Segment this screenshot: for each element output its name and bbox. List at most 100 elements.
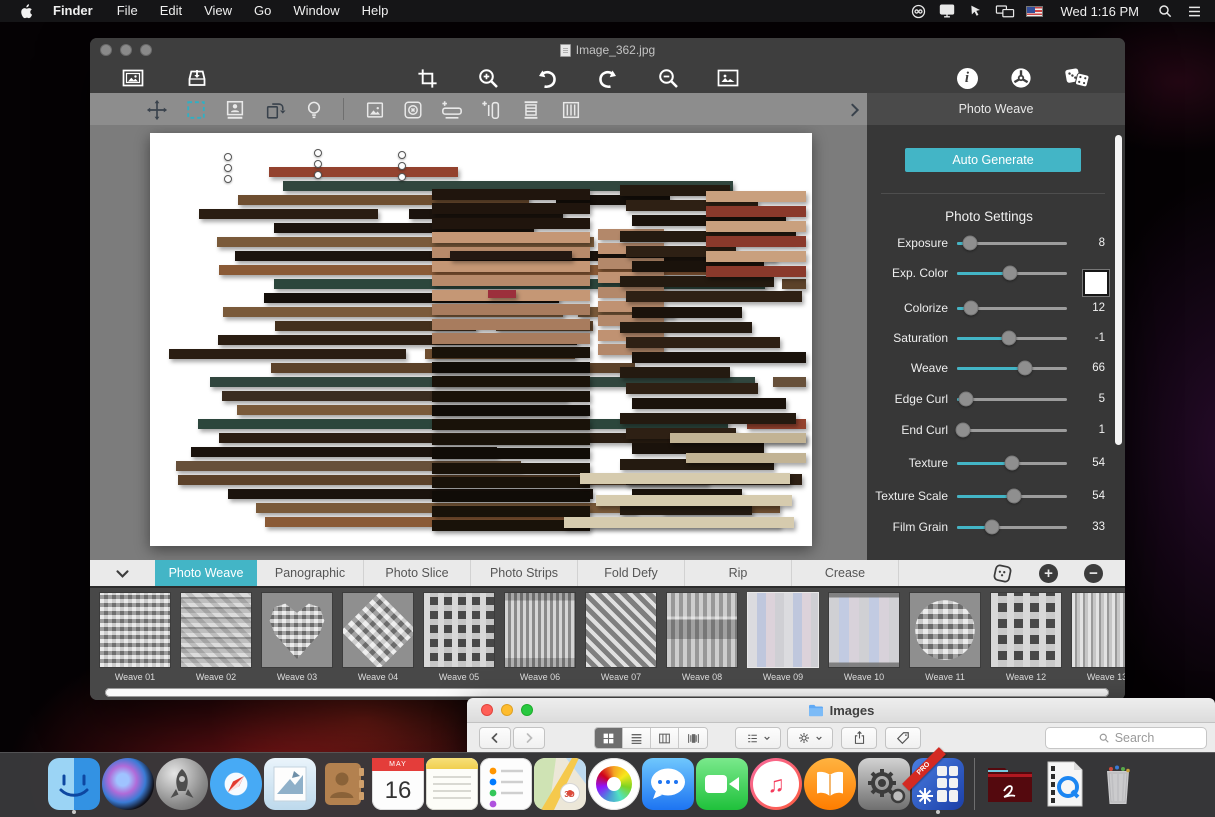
slider-track[interactable] [957, 272, 1067, 275]
strip-selection-handle[interactable] [314, 171, 322, 179]
dock-icon-calendar[interactable]: MAY16 [372, 758, 424, 810]
randomize-dice-button[interactable] [1064, 65, 1090, 91]
horizontal-strips-tool[interactable] [519, 98, 543, 122]
dock-icon-mail[interactable] [264, 758, 316, 810]
apple-menu-icon[interactable] [10, 3, 40, 20]
dock-icon-quicktime[interactable] [1038, 758, 1090, 810]
crop-button[interactable] [414, 65, 440, 91]
menu-item-go[interactable]: Go [243, 0, 282, 22]
auto-generate-button[interactable]: Auto Generate [905, 148, 1081, 172]
remove-layer-tool[interactable] [401, 98, 425, 122]
finder-title-bar[interactable]: Images [467, 698, 1215, 723]
dock-icon-siri[interactable] [102, 758, 154, 810]
strip-selection-handle[interactable] [314, 149, 322, 157]
pointer-device-icon[interactable] [965, 2, 987, 20]
notification-center-icon[interactable] [1183, 2, 1205, 20]
strip-selection-handle[interactable] [224, 175, 232, 183]
finder-zoom-button[interactable] [521, 704, 533, 716]
settings-gear-button[interactable] [1008, 65, 1034, 91]
menu-item-edit[interactable]: Edit [149, 0, 193, 22]
slider-track[interactable] [957, 367, 1067, 370]
icon-view-button[interactable] [595, 728, 623, 748]
thumbnail-scrollbar[interactable] [105, 688, 1109, 697]
dock-icon-ibooks[interactable] [804, 758, 856, 810]
thumbnail-weave-03[interactable]: Weave 03 [261, 592, 333, 682]
undo-button[interactable] [534, 65, 560, 91]
strip-selection-handle[interactable] [314, 160, 322, 168]
thumbnail-weave-01[interactable]: Weave 01 [99, 592, 171, 682]
finder-minimize-button[interactable] [501, 704, 513, 716]
dock-icon-facetime[interactable] [696, 758, 748, 810]
remove-preset-button[interactable]: − [1084, 564, 1103, 583]
dock-icon-contacts[interactable] [318, 758, 370, 810]
tab-photo-slice[interactable]: Photo Slice [364, 560, 471, 586]
redo-button[interactable] [595, 65, 621, 91]
strip-selection-handle[interactable] [398, 162, 406, 170]
thumbnail-weave-09[interactable]: Weave 09 [747, 592, 819, 682]
color-swatch[interactable] [1083, 270, 1109, 296]
zoom-in-button[interactable] [475, 65, 501, 91]
connected-displays-icon[interactable] [994, 2, 1016, 20]
strip-selection-handle[interactable] [398, 173, 406, 181]
slider-knob[interactable] [964, 301, 979, 316]
slider-knob[interactable] [1018, 361, 1033, 376]
slider-knob[interactable] [1007, 489, 1022, 504]
strip-selection-handle[interactable] [224, 153, 232, 161]
collapse-presets-chevron[interactable] [90, 560, 155, 586]
add-vertical-strip-tool[interactable] [479, 98, 503, 122]
image-canvas[interactable] [90, 125, 867, 560]
hint-bulb-tool[interactable] [302, 98, 326, 122]
slider-track[interactable] [957, 398, 1067, 401]
back-button[interactable] [479, 727, 511, 749]
strip-selection-handle[interactable] [398, 151, 406, 159]
column-view-button[interactable] [651, 728, 679, 748]
coverflow-view-button[interactable] [679, 728, 707, 748]
creative-cloud-icon[interactable] [907, 2, 929, 20]
app-title-bar[interactable]: Image_362.jpg [90, 38, 1125, 62]
spotlight-icon[interactable] [1154, 2, 1176, 20]
zoom-button[interactable] [140, 44, 152, 56]
dock-icon-itunes[interactable]: ♫ [750, 758, 802, 810]
tab-photo-strips[interactable]: Photo Strips [471, 560, 578, 586]
slider-track[interactable] [957, 462, 1067, 465]
dock-icon-notes[interactable] [426, 758, 478, 810]
menu-item-file[interactable]: File [106, 0, 149, 22]
forward-button[interactable] [513, 727, 545, 749]
panel-scrollbar[interactable] [1115, 135, 1122, 445]
save-button[interactable] [184, 65, 210, 91]
tags-button[interactable] [885, 727, 921, 749]
dock-icon-acrobat-folder[interactable] [984, 758, 1036, 810]
dock-icon-launchpad[interactable] [156, 758, 208, 810]
slider-knob[interactable] [955, 423, 970, 438]
dock-icon-finder[interactable] [48, 758, 100, 810]
slider-track[interactable] [957, 495, 1067, 498]
thumbnail-weave-12[interactable]: Weave 12 [990, 592, 1062, 682]
finder-close-button[interactable] [481, 704, 493, 716]
menu-clock[interactable]: Wed 1:16 PM [1052, 4, 1147, 19]
action-gear-button[interactable] [787, 727, 833, 749]
slider-track[interactable] [957, 337, 1067, 340]
thumbnail-weave-10[interactable]: Weave 10 [828, 592, 900, 682]
thumbnail-weave-07[interactable]: Weave 07 [585, 592, 657, 682]
tab-crease[interactable]: Crease [792, 560, 899, 586]
dock-icon-photo-app-pro[interactable]: PRO [912, 758, 964, 810]
menu-app-name[interactable]: Finder [40, 0, 106, 22]
dock-icon-messages[interactable] [642, 758, 694, 810]
menu-item-window[interactable]: Window [282, 0, 350, 22]
search-field[interactable]: Search [1045, 727, 1207, 749]
fit-image-button[interactable] [715, 65, 741, 91]
slider-knob[interactable] [958, 392, 973, 407]
thumbnail-weave-04[interactable]: Weave 04 [342, 592, 414, 682]
menu-item-view[interactable]: View [193, 0, 243, 22]
slider-knob[interactable] [985, 520, 1000, 535]
dock-icon-safari[interactable] [210, 758, 262, 810]
stamp-tool[interactable] [223, 98, 247, 122]
slider-knob[interactable] [963, 236, 978, 251]
expand-tools-chevron[interactable] [843, 98, 867, 122]
display-mirroring-icon[interactable] [936, 2, 958, 20]
list-view-button[interactable] [623, 728, 651, 748]
tab-photo-weave[interactable]: Photo Weave [155, 560, 257, 586]
dock-icon-maps[interactable]: 3D [534, 758, 586, 810]
zoom-out-button[interactable] [655, 65, 681, 91]
us-flag-icon[interactable] [1023, 2, 1045, 20]
